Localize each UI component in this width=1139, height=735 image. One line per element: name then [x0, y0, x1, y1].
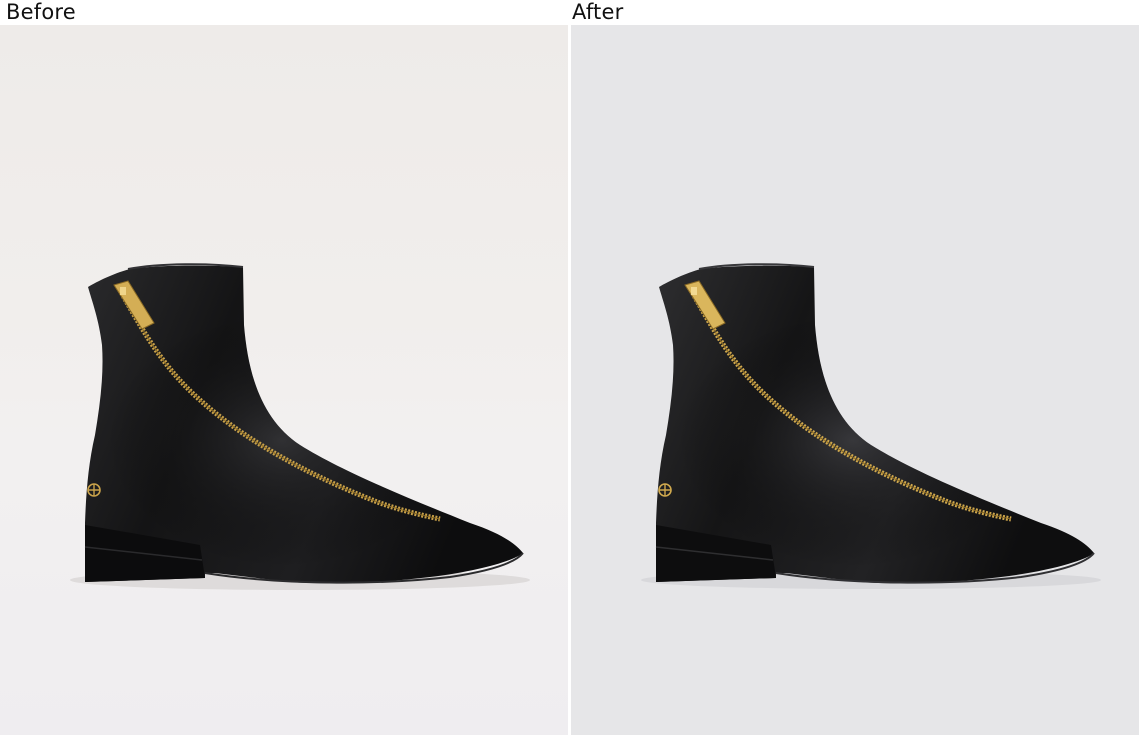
boot-image-before — [70, 263, 530, 590]
before-label: Before — [6, 0, 76, 24]
after-photo — [571, 25, 1139, 735]
before-photo — [0, 25, 568, 735]
after-label: After — [572, 0, 624, 24]
boot-image-after — [641, 263, 1101, 589]
